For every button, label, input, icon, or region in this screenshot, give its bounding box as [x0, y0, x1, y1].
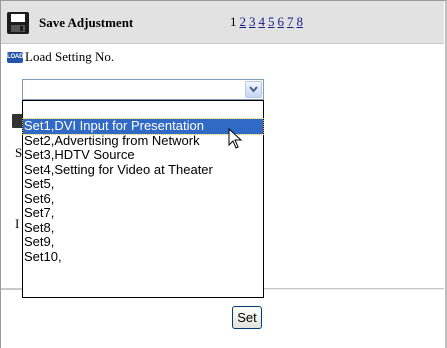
page-link-5[interactable]: 5 [268, 14, 275, 29]
set-button[interactable]: Set [232, 306, 262, 329]
divider [1, 288, 22, 290]
dropdown-option[interactable]: Set6, [23, 191, 263, 207]
page-link-4[interactable]: 4 [259, 14, 266, 29]
load-setting-row: LOAD Load Setting No. [7, 48, 114, 66]
dropdown-option[interactable]: Set4,Setting for Video at Theater [23, 162, 263, 178]
load-setting-label: Load Setting No. [25, 49, 115, 64]
page-number-nav: 12345678 [230, 14, 306, 30]
dropdown-option[interactable]: Set8, [23, 220, 263, 236]
mouse-pointer-icon [228, 128, 243, 149]
dropdown-option[interactable]: Set9, [23, 234, 263, 250]
dropdown-option[interactable]: Set7, [23, 205, 263, 221]
chevron-down-icon [249, 86, 258, 93]
dropdown-toggle-button[interactable] [245, 81, 262, 98]
divider [264, 288, 444, 290]
load-icon: LOAD [7, 51, 23, 63]
dropdown-option[interactable]: Set5, [23, 176, 263, 192]
save-disk-icon [7, 12, 29, 34]
dropdown-option[interactable] [23, 101, 263, 119]
page-link-8[interactable]: 8 [297, 14, 304, 29]
dropdown-option[interactable]: Set10, [23, 249, 263, 265]
page-link-3[interactable]: 3 [249, 14, 256, 29]
dropdown-option[interactable]: Set3,HDTV Source [23, 147, 263, 163]
page-link-7[interactable]: 7 [287, 14, 294, 29]
page-link-6[interactable]: 6 [278, 14, 285, 29]
page-title: Save Adjustment [39, 15, 134, 30]
page-link-2[interactable]: 2 [240, 14, 247, 29]
header-bar: Save Adjustment 12345678 [1, 1, 444, 44]
dropdown-option[interactable]: Set2,Advertising from Network [23, 133, 263, 149]
obscured-label-fragment: I [15, 216, 20, 231]
load-setting-select[interactable] [22, 79, 264, 100]
dropdown-option[interactable]: Set1,DVI Input for Presentation [22, 118, 264, 135]
page-link-1: 1 [230, 14, 237, 29]
